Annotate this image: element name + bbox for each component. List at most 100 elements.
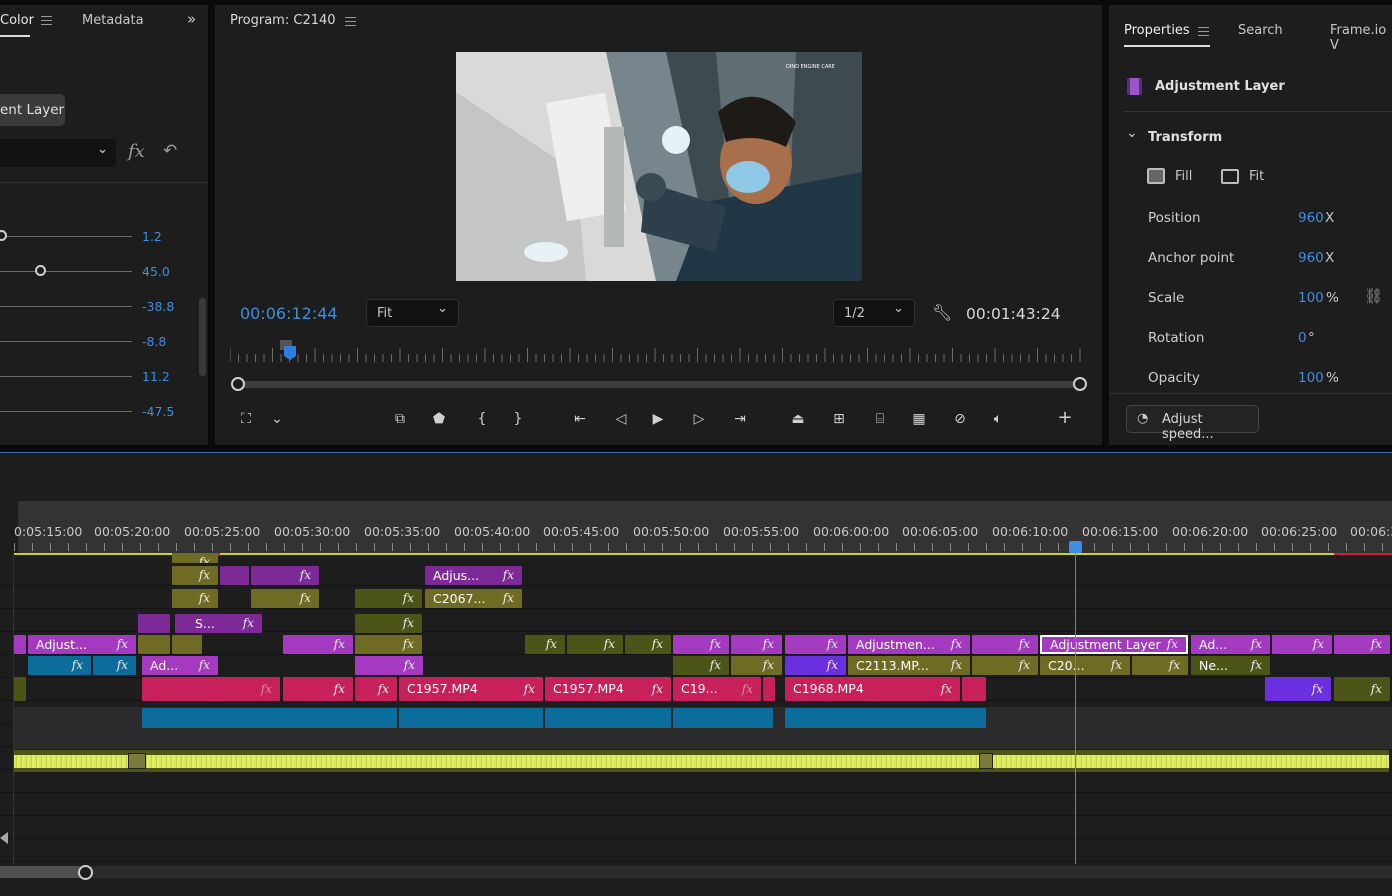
tab-properties[interactable]: Properties [1124, 23, 1190, 38]
fill-label[interactable]: Fill [1175, 169, 1192, 184]
resolution-dropdown[interactable]: 1/2 ⌄ [833, 299, 915, 327]
extract-clip-icon[interactable]: ⊞ [828, 411, 850, 427]
step-back-icon[interactable]: ◁ [610, 411, 632, 427]
camera-icon[interactable]: ⌸ [869, 411, 891, 427]
timeline-clip[interactable]: S... fx [175, 614, 262, 633]
monitor-time-ruler[interactable] [230, 340, 1090, 364]
audio-clip[interactable] [142, 708, 397, 728]
timeline-clip[interactable]: fx [355, 614, 422, 633]
position-value[interactable]: 960 [1298, 210, 1324, 226]
timeline-clip[interactable] [220, 566, 249, 585]
fit-icon[interactable] [1221, 169, 1239, 184]
timeline-clip[interactable]: fx [355, 656, 423, 675]
timeline-clip[interactable]: fx [355, 589, 422, 608]
adjust-speed-button[interactable]: ◔ Adjust speed... [1126, 405, 1259, 442]
timeline-clip[interactable]: fx [28, 656, 91, 675]
timeline-clip[interactable]: fx [283, 635, 353, 654]
timeline-clip[interactable]: C2113.MP... fx [848, 656, 970, 675]
link-icon[interactable]: ⛓︎ [1364, 287, 1383, 305]
timeline-scrollbar-handle[interactable] [78, 865, 93, 880]
monitor-playhead[interactable] [284, 346, 296, 360]
fill-icon[interactable] [1147, 168, 1165, 184]
section-transform[interactable]: Transform [1148, 130, 1222, 145]
timeline-horizontal-scrollbar[interactable] [0, 866, 1392, 878]
timeline-clip[interactable]: fx [972, 635, 1038, 654]
slider-track[interactable] [0, 306, 132, 307]
timeline-clip[interactable]: Ne... fx [1191, 656, 1270, 675]
zoom-bar-right-handle[interactable] [1073, 377, 1087, 391]
timeline-clip[interactable]: fx [251, 566, 319, 585]
timeline-clip[interactable]: Ad... fx [142, 656, 218, 675]
timeline-clip[interactable]: fx [355, 635, 422, 654]
fx-icon[interactable]: fx [128, 141, 145, 162]
timeline-clip[interactable] [14, 635, 26, 654]
slider-value[interactable]: 11.2 [142, 369, 170, 384]
timeline-clip[interactable]: Ad... fx [1191, 635, 1270, 654]
timeline-clip[interactable]: fx [251, 589, 319, 608]
timeline-left-arrow-icon[interactable] [0, 832, 8, 844]
timeline-clip[interactable]: fx [785, 656, 846, 675]
go-to-in-icon[interactable]: ⇤ [569, 411, 591, 427]
slider-track[interactable] [0, 341, 132, 342]
safe-margins-icon[interactable]: ⛶ [235, 411, 257, 427]
timeline-clip[interactable]: C1957.MP4 fx [545, 677, 671, 701]
slider-track[interactable] [0, 376, 132, 377]
mark-out-icon[interactable]: } [507, 411, 529, 427]
anchor-point-value[interactable]: 960 [1298, 250, 1324, 266]
rotation-value[interactable]: 0 [1298, 330, 1307, 346]
volume-icon[interactable]: 🔈︎ [987, 411, 1009, 427]
timeline-clip[interactable]: fx [731, 635, 782, 654]
timeline-scrollbar-thumb[interactable] [0, 866, 84, 878]
go-to-out-icon[interactable]: ⇥ [729, 411, 751, 427]
timeline-clip[interactable]: C2067... fx [425, 589, 522, 608]
slider-value[interactable]: -38.8 [142, 299, 174, 314]
timeline-clip[interactable]: fx [1265, 677, 1331, 701]
slider-knob[interactable] [0, 230, 7, 241]
program-title[interactable]: Program: C2140 [230, 13, 336, 28]
layer-badge[interactable]: ent Layer [0, 94, 65, 126]
slider-knob[interactable] [35, 265, 46, 276]
timeline-clip[interactable] [763, 677, 775, 701]
video-frame[interactable]: DINO ENGINE CARE [456, 52, 862, 281]
timeline-clip[interactable]: fx [731, 656, 782, 675]
slider-value[interactable]: -47.5 [142, 404, 174, 419]
comparison-view-icon[interactable]: ▦ [908, 411, 930, 427]
timeline-clip[interactable]: fx [172, 566, 218, 585]
timeline-clip[interactable]: fx [525, 635, 565, 654]
tab-metadata[interactable]: Metadata [82, 13, 144, 28]
vr-icon[interactable]: ⊘ [949, 411, 971, 427]
timeline-clip[interactable]: fx [972, 656, 1038, 675]
music-track-clip[interactable] [14, 750, 1389, 772]
monitor-zoom-bar[interactable] [237, 381, 1083, 388]
marker-icon[interactable]: ⬟ [428, 411, 450, 427]
expand-panels-icon[interactable]: » [187, 10, 196, 28]
slider-track[interactable] [0, 271, 132, 272]
clip-dropdown[interactable]: ⌄ [0, 139, 116, 167]
zoom-bar-left-handle[interactable] [231, 377, 245, 391]
chevron-down-icon[interactable]: ⌄ [1126, 125, 1138, 141]
lift-icon[interactable]: ⧉ [389, 411, 411, 427]
timeline-clip[interactable]: C20... fx [1040, 656, 1130, 675]
timeline-clip[interactable]: fx [93, 656, 136, 675]
current-timecode[interactable]: 00:06:12:44 [240, 304, 338, 323]
timeline-clip[interactable]: fx [1272, 635, 1332, 654]
step-forward-icon[interactable]: ▷ [688, 411, 710, 427]
timeline-clip[interactable]: fx [1334, 677, 1390, 701]
timeline-clip[interactable]: fx [1132, 656, 1188, 675]
panel-menu-icon[interactable] [41, 16, 52, 25]
timeline-clip[interactable]: Adjustment Layer fx [1040, 635, 1188, 654]
timeline-clip[interactable]: Adjustmen... fx [848, 635, 970, 654]
timeline-clip[interactable]: C19... fx [673, 677, 761, 701]
transition-marker[interactable] [979, 753, 993, 769]
timeline-clip[interactable] [172, 635, 202, 654]
tab-search[interactable]: Search [1238, 23, 1283, 38]
timeline-clip[interactable]: fx [625, 635, 671, 654]
timeline-clip[interactable] [14, 677, 26, 701]
timeline-clip[interactable] [962, 677, 986, 701]
timeline-clip[interactable]: fx [673, 635, 729, 654]
timeline-playhead[interactable] [1069, 541, 1082, 553]
slider-value[interactable]: 1.2 [142, 229, 162, 244]
chevron-down-icon[interactable]: ⌄ [266, 411, 288, 427]
slider-track[interactable] [0, 236, 132, 237]
zoom-dropdown[interactable]: Fit ⌄ [366, 299, 459, 327]
